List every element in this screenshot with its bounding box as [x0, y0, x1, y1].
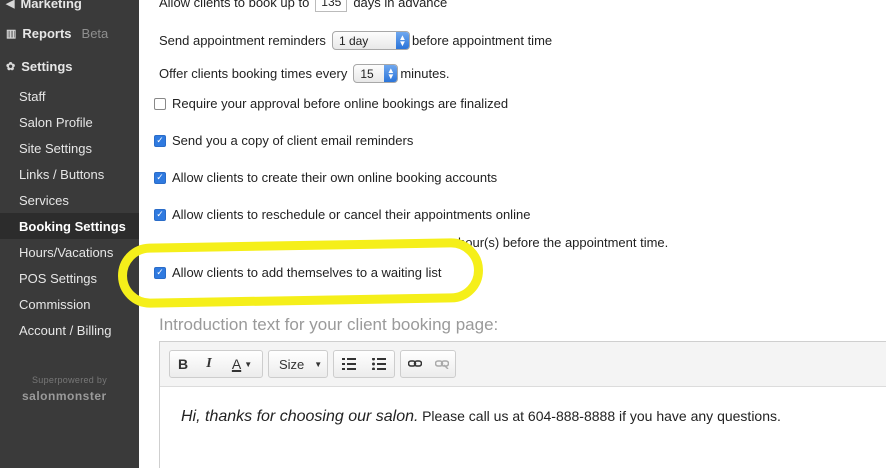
advance-days-input[interactable]: 135 — [315, 0, 348, 12]
checkbox-row-reschedule: ✓ Allow clients to reschedule or cancel … — [154, 207, 530, 222]
sidebar-item-reports[interactable]: ▥ Reports Beta — [6, 26, 108, 41]
bold-button[interactable]: B — [170, 351, 196, 377]
unlink-icon[interactable] — [428, 351, 455, 377]
sidebar-item-settings[interactable]: ✿ Settings — [6, 59, 73, 74]
sidebar-item-hours-vacations[interactable]: Hours/Vacations — [0, 239, 139, 265]
interval-select[interactable]: 15 ▲ ▼ — [353, 64, 399, 83]
checkbox-row-approval: Require your approval before online book… — [154, 96, 508, 111]
list-button-group — [333, 350, 395, 378]
sidebar-item-commission[interactable]: Commission — [0, 291, 139, 317]
megaphone-icon: ◀ — [6, 0, 15, 10]
link-button-group — [400, 350, 456, 378]
interval-row: Offer clients booking times every 15 ▲ ▼ … — [159, 64, 450, 83]
select-arrows-icon: ▲ ▼ — [395, 32, 409, 49]
accounts-checkbox[interactable]: ✓ — [154, 171, 166, 184]
link-icon[interactable] — [401, 351, 428, 377]
beta-badge: Beta — [81, 26, 109, 41]
checkbox-row-accounts: ✓ Allow clients to create their own onli… — [154, 170, 497, 185]
advance-booking-row: Allow clients to book up to 135 days in … — [159, 0, 447, 12]
booking-settings-panel: Allow clients to book up to 135 days in … — [139, 0, 886, 468]
caret-down-icon: ▼ — [314, 359, 323, 369]
sidebar: ◀ Marketing ▥ Reports Beta ✿ Settings Sta… — [0, 0, 139, 468]
sidebar-item-site-settings[interactable]: Site Settings — [0, 135, 139, 161]
chart-icon: ▥ — [6, 28, 17, 40]
reminder-select[interactable]: 1 day ▲ ▼ — [331, 31, 410, 50]
yellow-highlight-circle — [117, 237, 484, 309]
editor-content[interactable]: Hi, thanks for choosing our salon. Pleas… — [181, 408, 781, 426]
reschedule-hours-row: hour(s) before the appointment time. — [458, 235, 669, 250]
ordered-list-icon[interactable] — [334, 351, 364, 377]
italic-button[interactable]: I — [196, 351, 222, 377]
format-button-group: B I A ▼ — [169, 350, 263, 378]
approval-checkbox[interactable] — [154, 97, 166, 110]
checkbox-row-email-copy: ✓ Send you a copy of client email remind… — [154, 133, 413, 148]
sidebar-item-staff[interactable]: Staff — [0, 83, 139, 109]
sidebar-item-booking-settings[interactable]: Booking Settings — [0, 213, 139, 239]
editor-toolbar: B I A ▼ Size ▼ — [160, 342, 886, 387]
select-arrows-icon: ▲ ▼ — [384, 65, 398, 82]
powered-by-text: Superpowered by — [31, 375, 108, 385]
unordered-list-icon[interactable] — [364, 351, 394, 377]
intro-heading: Introduction text for your client bookin… — [159, 315, 499, 334]
sidebar-item-links-buttons[interactable]: Links / Buttons — [0, 161, 139, 187]
reschedule-checkbox[interactable]: ✓ — [154, 208, 166, 221]
gear-icon: ✿ — [6, 61, 16, 73]
intro-text-editor[interactable]: B I A ▼ Size ▼ Hi, thanks for choosing o… — [159, 341, 886, 468]
sidebar-item-salon-profile[interactable]: Salon Profile — [0, 109, 139, 135]
email-copy-checkbox[interactable]: ✓ — [154, 134, 166, 147]
text-color-button[interactable]: A ▼ — [222, 351, 262, 377]
sidebar-item-marketing[interactable]: ◀ Marketing — [6, 0, 82, 11]
salonmonster-logo[interactable]: salonmonster — [22, 389, 107, 403]
size-dropdown[interactable]: Size ▼ — [268, 350, 328, 378]
reminders-row: Send appointment reminders 1 day ▲ ▼ befo… — [159, 31, 553, 50]
sidebar-item-account-billing[interactable]: Account / Billing — [0, 317, 139, 343]
caret-down-icon: ▼ — [244, 359, 253, 369]
sidebar-item-services[interactable]: Services — [0, 187, 139, 213]
